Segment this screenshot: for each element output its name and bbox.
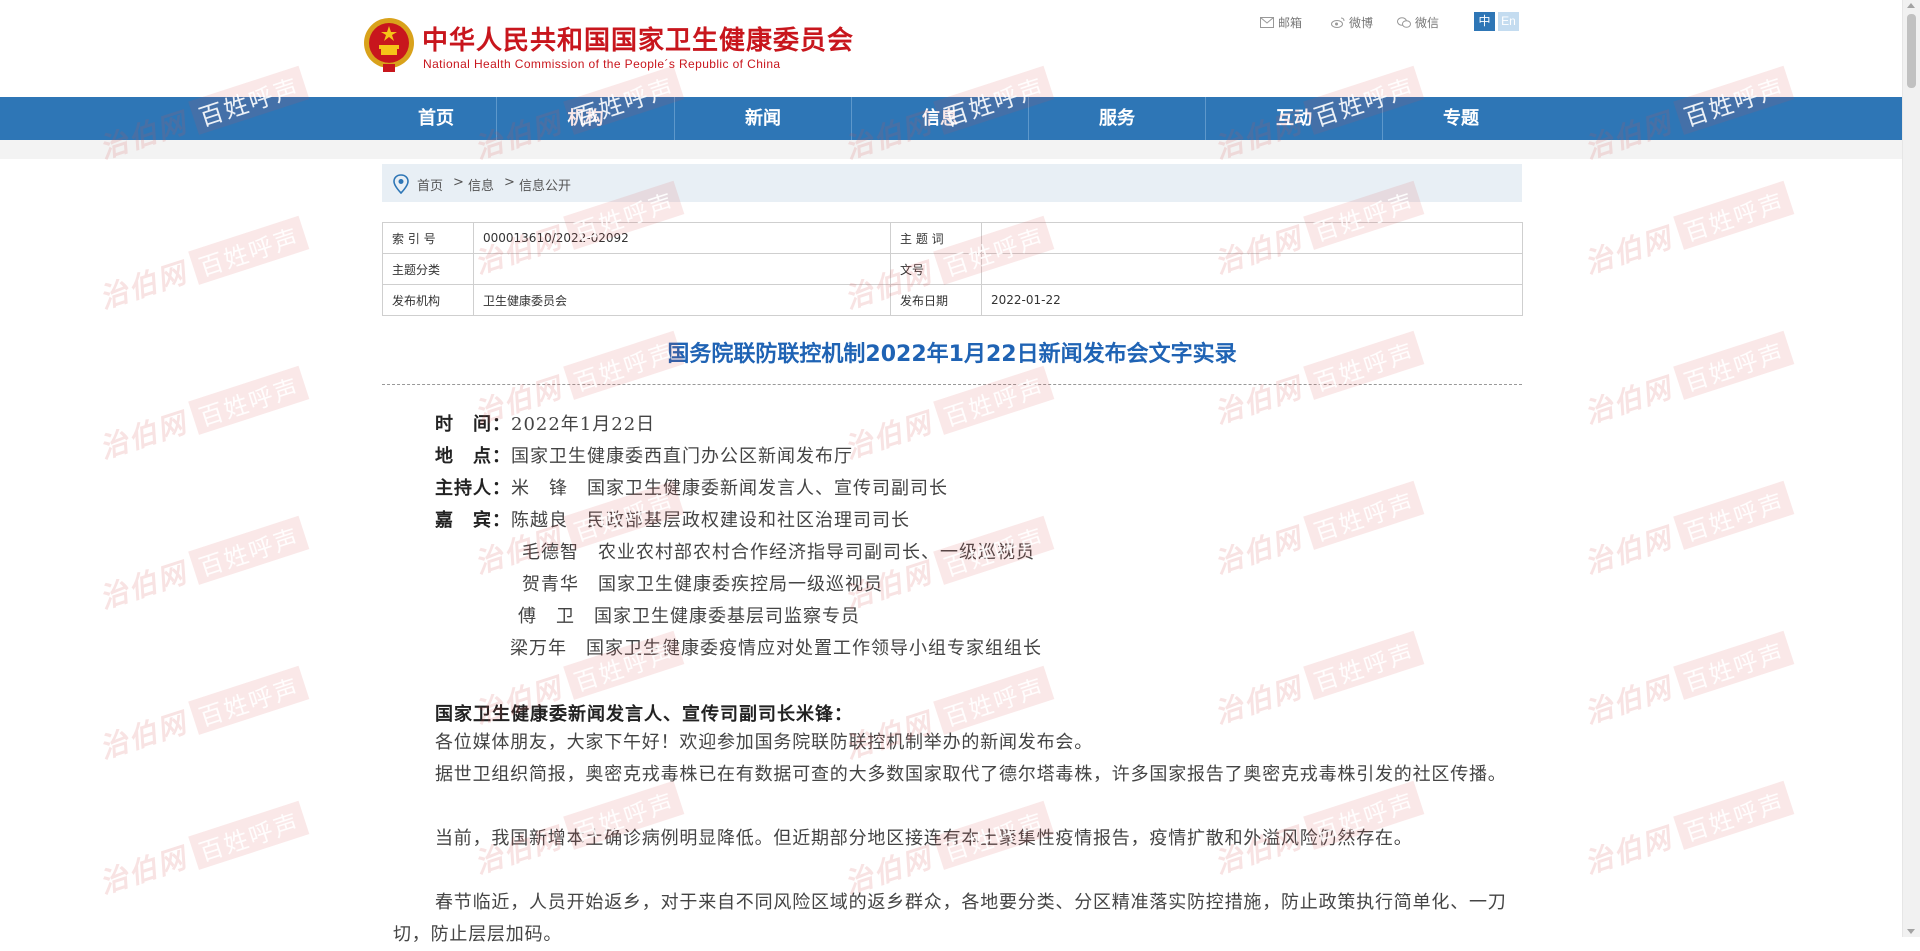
location-pin-icon — [393, 174, 409, 194]
publish-date-label: 发布日期 — [890, 284, 982, 316]
document-number-value — [981, 253, 1523, 285]
time-label: 时 间： — [435, 414, 511, 435]
publish-date-value: 2022-01-22 — [981, 284, 1523, 316]
nav-news[interactable]: 新闻 — [675, 97, 851, 140]
breadcrumb-info[interactable]: 信息 — [468, 175, 494, 194]
article-paragraph: 据世卫组织简报，奥密克戎毒株已在有数据可查的大多数国家取代了德尔塔毒株，许多国家… — [435, 764, 1507, 785]
watermark: 治伯网百姓呼声 — [1579, 628, 1795, 732]
info-guests: 嘉 宾：陈越良 民政部基层政权建设和社区治理司司长 — [435, 506, 910, 532]
nav-information[interactable]: 信息 — [852, 97, 1028, 140]
watermark: 治伯网百姓呼声 — [1209, 478, 1425, 582]
publisher-label: 发布机构 — [382, 284, 474, 316]
document-number-label: 文号 — [890, 253, 982, 285]
table-row: 主题分类 文号 — [382, 253, 1523, 285]
info-time: 时 间：2022年1月22日 — [435, 410, 655, 436]
topic-words-label: 主 题 词 — [890, 222, 982, 254]
mail-icon — [1260, 17, 1274, 28]
nav-topics[interactable]: 专题 — [1383, 97, 1539, 140]
table-row: 发布机构 卫生健康委员会 发布日期 2022-01-22 — [382, 284, 1523, 316]
place-label: 地 点： — [435, 446, 511, 467]
site-header: 中华人民共和国国家卫生健康委员会 National Health Commiss… — [0, 0, 1903, 97]
nav-services[interactable]: 服务 — [1029, 97, 1205, 140]
page-scrollbar[interactable] — [1902, 0, 1920, 937]
info-place: 地 点：国家卫生健康委西直门办公区新闻发布厅 — [435, 442, 853, 468]
title-divider — [382, 384, 1522, 385]
topic-words-value — [981, 222, 1523, 254]
publisher-value: 卫生健康委员会 — [473, 284, 891, 316]
weibo-icon — [1331, 17, 1345, 28]
host-value: 米 锋 国家卫生健康委新闻发言人、宣传司副司长 — [511, 478, 948, 499]
wechat-icon — [1397, 17, 1411, 28]
guest-entry: 贺青华 国家卫生健康委疾控局一级巡视员 — [522, 574, 883, 595]
watermark: 治伯网百姓呼声 — [1579, 178, 1795, 282]
wechat-label: 微信 — [1415, 16, 1440, 30]
article-title: 国务院联防联控机制2022年1月22日新闻发布会文字实录 — [667, 342, 1237, 367]
watermark: 治伯网百姓呼声 — [1579, 778, 1795, 882]
watermark: 治伯网百姓呼声 — [94, 663, 310, 767]
breadcrumb-current[interactable]: 信息公开 — [519, 175, 571, 194]
guests-label: 嘉 宾： — [435, 510, 511, 531]
watermark: 治伯网百姓呼声 — [94, 363, 310, 467]
watermark: 治伯网百姓呼声 — [1209, 628, 1425, 732]
lang-english-button[interactable]: En — [1498, 12, 1519, 31]
document-meta-table: 索 引 号 000013610/2022-02092 主 题 词 主题分类 文号… — [382, 222, 1523, 316]
weibo-label: 微博 — [1349, 16, 1374, 30]
breadcrumb: 首页 > 信息 > 信息公开 — [382, 164, 1522, 202]
nav-home[interactable]: 首页 — [376, 97, 496, 140]
speaker-heading: 国家卫生健康委新闻发言人、宣传司副司长米锋： — [435, 704, 853, 725]
scroll-down-arrow-icon[interactable] — [1907, 929, 1915, 934]
nav-shadow-band — [0, 140, 1903, 159]
article-paragraph: 春节临近，人员开始返乡，对于来自不同风险区域的返乡群众，各地要分类、分区精准落实… — [393, 892, 1507, 945]
index-number-label: 索 引 号 — [382, 222, 474, 254]
breadcrumb-home[interactable]: 首页 — [417, 175, 443, 194]
watermark: 治伯网百姓呼声 — [1579, 328, 1795, 432]
topic-category-label: 主题分类 — [382, 253, 474, 285]
scrollbar-thumb[interactable] — [1907, 14, 1916, 88]
site-logo-subtitle[interactable]: National Health Commission of the People… — [423, 57, 781, 71]
article-paragraph: 当前，我国新增本土确诊病例明显降低。但近期部分地区接连有本土聚集性疫情报告，疫情… — [435, 828, 1413, 849]
mail-label: 邮箱 — [1278, 16, 1303, 30]
article-paragraph: 各位媒体朋友，大家下午好！欢迎参加国务院联防联控机制举办的新闻发布会。 — [435, 732, 1093, 753]
scroll-up-arrow-icon[interactable] — [1907, 3, 1915, 8]
lang-chinese-button[interactable]: 中 — [1474, 12, 1495, 31]
watermark: 治伯网百姓呼声 — [94, 798, 310, 902]
guest-entry: 毛德智 农业农村部农村合作经济指导司副司长、一级巡视员 — [522, 542, 1035, 563]
breadcrumb-separator: > — [504, 175, 515, 190]
site-logo-title[interactable]: 中华人民共和国国家卫生健康委员会 — [422, 20, 854, 57]
place-value: 国家卫生健康委西直门办公区新闻发布厅 — [511, 446, 853, 467]
info-host: 主持人：米 锋 国家卫生健康委新闻发言人、宣传司副司长 — [435, 474, 948, 500]
mail-link[interactable]: 邮箱 — [1260, 14, 1302, 31]
watermark: 治伯网百姓呼声 — [839, 363, 1055, 467]
guest-entry: 梁万年 国家卫生健康委疫情应对处置工作领导小组专家组组长 — [510, 638, 1042, 659]
nav-interaction[interactable]: 互动 — [1206, 97, 1382, 140]
weibo-link[interactable]: 微博 — [1331, 14, 1373, 31]
watermark: 治伯网百姓呼声 — [94, 213, 310, 317]
watermark: 治伯网百姓呼声 — [94, 513, 310, 617]
breadcrumb-separator: > — [453, 175, 464, 190]
index-number-value: 000013610/2022-02092 — [473, 222, 891, 254]
watermark: 治伯网百姓呼声 — [1579, 478, 1795, 582]
nav-organization[interactable]: 机构 — [497, 97, 674, 140]
guest-entry: 傅 卫 国家卫生健康委基层司监察专员 — [518, 606, 860, 627]
table-row: 索 引 号 000013610/2022-02092 主 题 词 — [382, 222, 1523, 254]
time-value: 2022年1月22日 — [511, 414, 656, 435]
host-label: 主持人： — [435, 478, 511, 499]
topic-category-value — [473, 253, 891, 285]
wechat-link[interactable]: 微信 — [1397, 14, 1439, 31]
national-emblem-icon[interactable] — [362, 16, 416, 74]
main-nav: 首页 机构 新闻 信息 服务 互动 专题 — [0, 97, 1903, 140]
guest-entry: 陈越良 民政部基层政权建设和社区治理司司长 — [511, 510, 910, 531]
